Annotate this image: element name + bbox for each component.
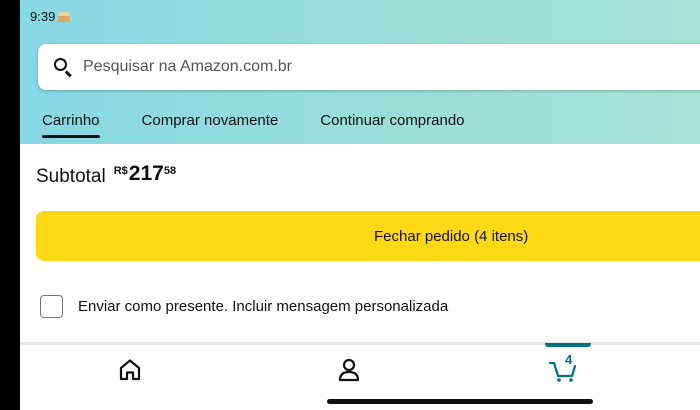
tab-carrinho[interactable]: Carrinho [42, 112, 100, 138]
checkout-button[interactable]: Fechar pedido (4 itens) [36, 211, 700, 261]
subtotal-integer: 217 [128, 162, 164, 185]
cart-count: 4 [565, 352, 573, 367]
tab-continuar-comprando[interactable]: Continuar comprando [320, 112, 464, 135]
search-bar[interactable] [38, 44, 700, 90]
gift-option[interactable]: Enviar como presente. Incluir mensagem p… [40, 295, 448, 318]
subtotal-decimal: 58 [163, 165, 177, 177]
subtotal-currency: R$ [113, 165, 128, 177]
header: 9:39 Carrinho Comprar novamente Continua… [20, 0, 700, 144]
user-icon [338, 358, 360, 382]
cart-tabs: Carrinho Comprar novamente Continuar com… [42, 112, 465, 138]
nav-account[interactable] [337, 357, 361, 383]
app-screen: 9:39 Carrinho Comprar novamente Continua… [20, 0, 700, 410]
notification-cake-icon [58, 11, 71, 22]
bottom-nav: 4 [20, 343, 700, 395]
search-icon [52, 56, 74, 78]
cart-active-indicator [545, 343, 591, 347]
gift-checkbox[interactable] [40, 295, 63, 318]
gift-label: Enviar como presente. Incluir mensagem p… [78, 298, 449, 315]
home-indicator[interactable] [327, 399, 593, 404]
subtotal: Subtotal R$ 217 58 [36, 162, 176, 188]
subtotal-label: Subtotal [36, 166, 106, 187]
search-input[interactable] [83, 58, 643, 76]
home-icon [119, 359, 141, 381]
nav-home[interactable] [118, 357, 142, 383]
tab-comprar-novamente[interactable]: Comprar novamente [142, 112, 279, 135]
cart-icon [548, 361, 577, 382]
status-bar: 9:39 [30, 9, 71, 24]
nav-cart[interactable]: 4 [548, 352, 577, 383]
status-time: 9:39 [30, 9, 56, 24]
